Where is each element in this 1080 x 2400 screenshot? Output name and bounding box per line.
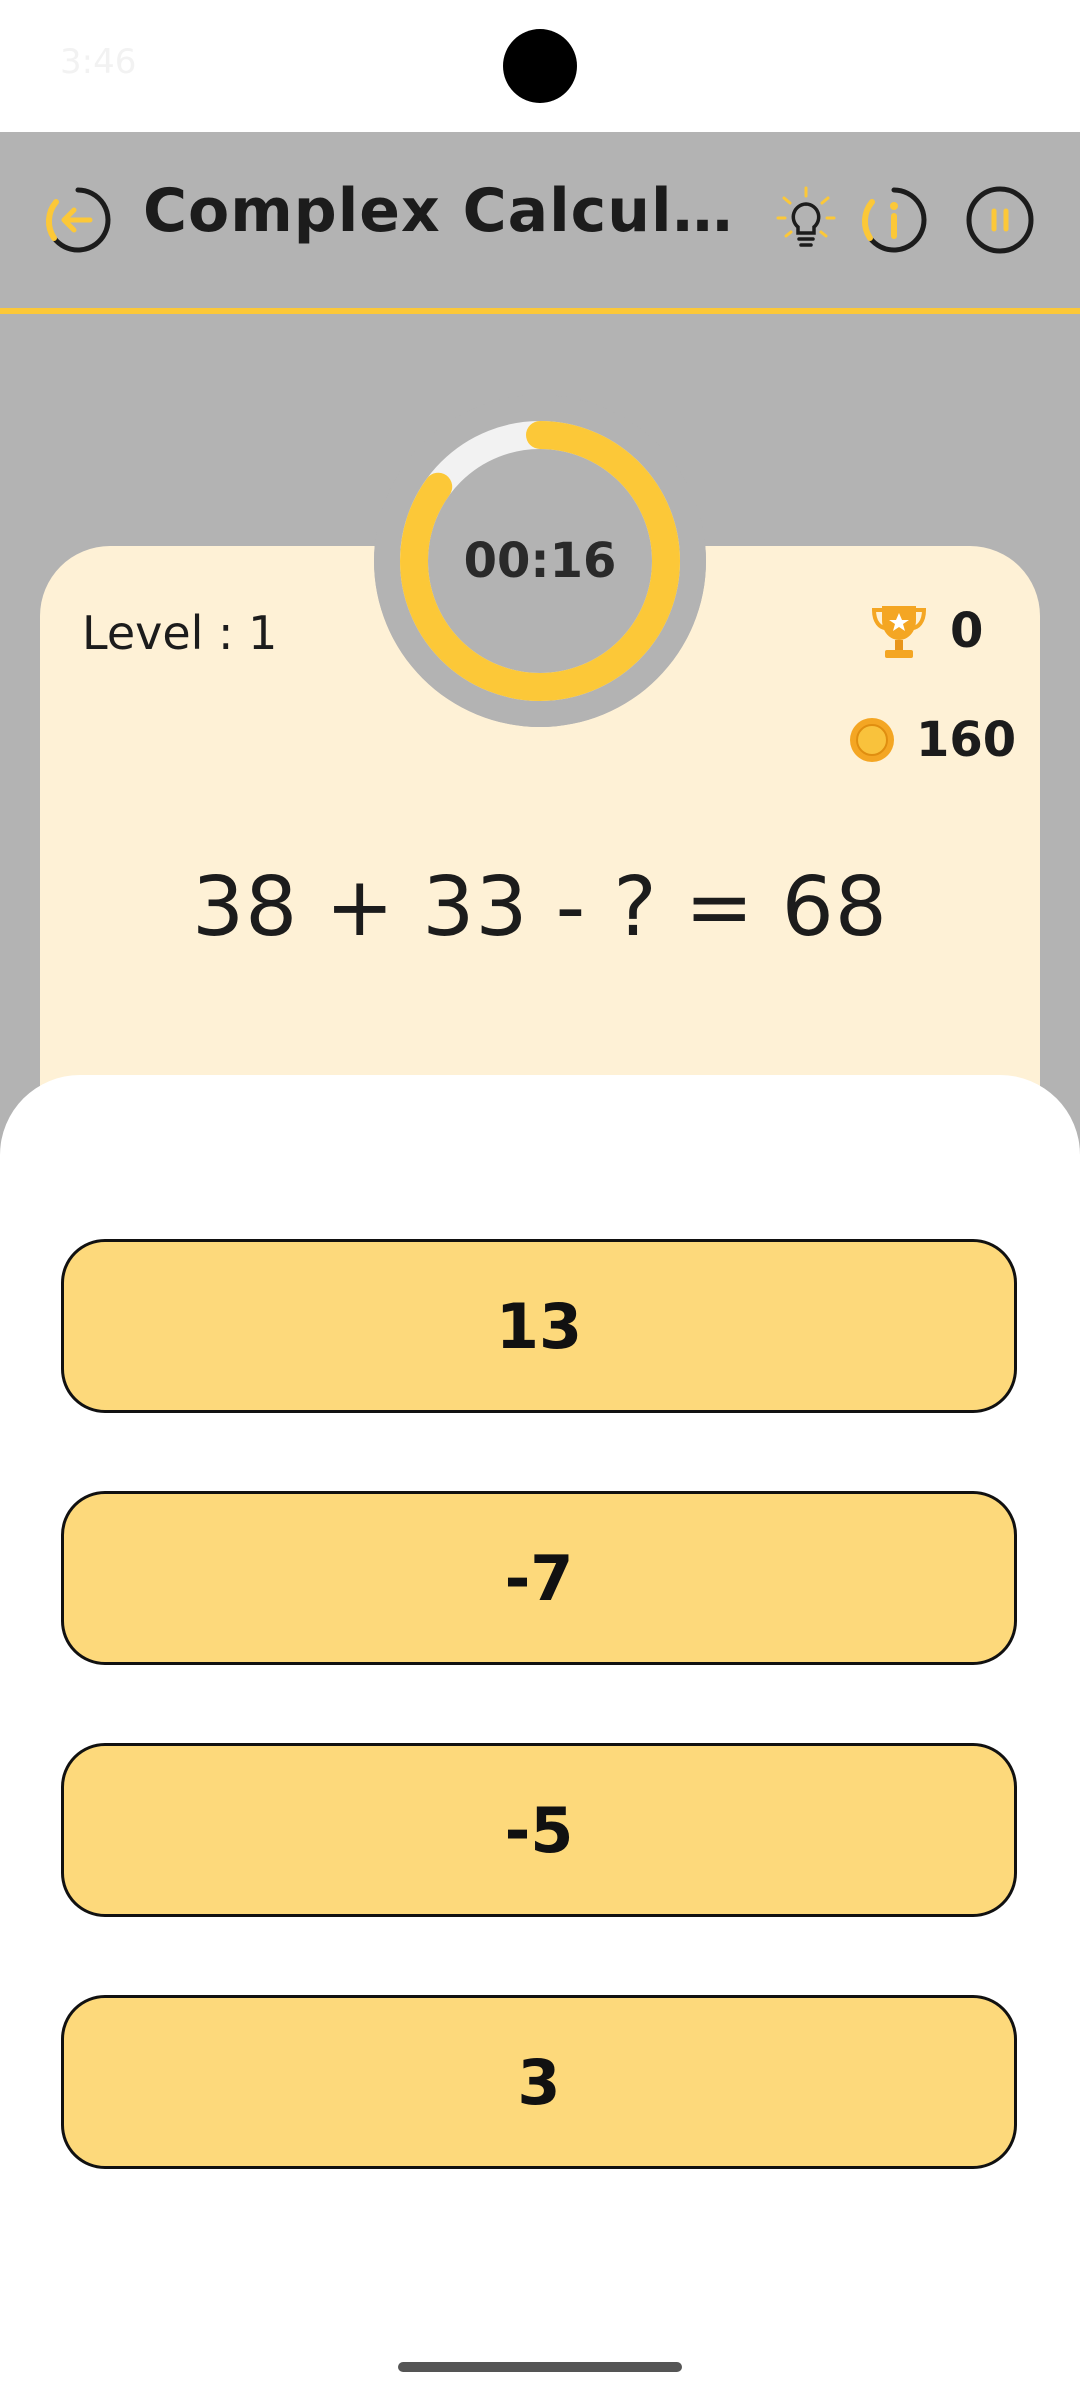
lightbulb-icon bbox=[776, 186, 836, 247]
info-button[interactable] bbox=[858, 184, 930, 256]
hint-button[interactable] bbox=[774, 184, 838, 254]
coin-value: 160 bbox=[916, 712, 1017, 768]
status-time: 3:46 bbox=[60, 42, 137, 82]
timer-value: 00:16 bbox=[463, 533, 617, 589]
level-label: Level : 1 bbox=[82, 606, 278, 660]
status-bar: 3:46 bbox=[0, 0, 1080, 132]
back-arrow-circle-icon bbox=[45, 187, 111, 253]
coin-display: 160 bbox=[848, 712, 1016, 768]
camera-cutout bbox=[503, 29, 577, 103]
trophy-icon bbox=[871, 606, 927, 658]
info-circle-icon bbox=[861, 187, 927, 253]
answer-button-2[interactable]: -7 bbox=[61, 1491, 1017, 1665]
score-display: 0 bbox=[870, 600, 983, 662]
score-value: 0 bbox=[950, 603, 984, 659]
pause-button[interactable] bbox=[964, 184, 1036, 256]
answer-button-3[interactable]: -5 bbox=[61, 1743, 1017, 1917]
answer-button-1[interactable]: 13 bbox=[61, 1239, 1017, 1413]
answer-button-4[interactable]: 3 bbox=[61, 1995, 1017, 2169]
game-screen: 3:46 Complex Calculati… 00:16 Level: 1 … bbox=[0, 0, 1080, 2400]
coin-icon bbox=[850, 718, 894, 762]
home-indicator[interactable] bbox=[398, 2362, 682, 2372]
page-title: Complex Calculati… bbox=[143, 176, 771, 246]
pause-circle-icon bbox=[966, 186, 1034, 254]
timer: 00:16 bbox=[374, 395, 706, 727]
back-button[interactable] bbox=[40, 182, 116, 258]
top-app-bar: Complex Calculati… bbox=[0, 132, 1080, 314]
equation-text: 38 + 33 - ? = 68 bbox=[192, 860, 888, 955]
